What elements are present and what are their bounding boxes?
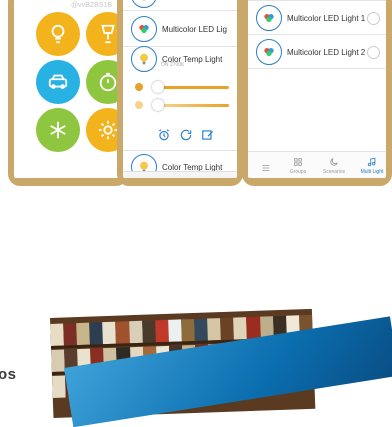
divider bbox=[123, 10, 237, 11]
multicolor-bulb-icon bbox=[131, 16, 157, 42]
divider bbox=[248, 34, 386, 35]
multicolor-bulb-icon bbox=[256, 5, 282, 31]
tab-label: Scenarios bbox=[323, 169, 345, 175]
moon-icon bbox=[329, 157, 339, 167]
snowflake-tile-icon[interactable] bbox=[36, 108, 80, 152]
phone-frame-middle: Multicolor LED Lig Color Temp Light ON 2… bbox=[117, 0, 243, 186]
temperature-icon bbox=[135, 101, 143, 109]
alarm-icon[interactable] bbox=[157, 128, 171, 142]
color-temp-bulb-icon bbox=[131, 46, 157, 72]
edit-icon[interactable] bbox=[201, 128, 215, 142]
refresh-icon[interactable] bbox=[179, 128, 193, 142]
brightness-icon bbox=[135, 83, 143, 91]
tab-scenarios[interactable]: Scenarios bbox=[316, 157, 352, 175]
phones-screenshot: @vvBZBS1B bbox=[0, 0, 392, 192]
brightness-slider[interactable] bbox=[159, 86, 229, 89]
menu-icon bbox=[261, 163, 271, 173]
phone-screen-left: @vvBZBS1B bbox=[14, 0, 122, 178]
bulb-tile-icon[interactable] bbox=[36, 12, 80, 56]
list-item[interactable]: Multicolor LED Light 2 bbox=[248, 36, 386, 68]
device-status: ON 2700K bbox=[161, 62, 184, 68]
device-name: Multicolor LED Light 2 bbox=[287, 48, 365, 57]
tab-devices[interactable] bbox=[248, 163, 284, 175]
multicolor-bulb-icon bbox=[256, 39, 282, 65]
tab-multi-light[interactable]: Multi Light bbox=[354, 157, 386, 175]
select-radio[interactable] bbox=[367, 12, 380, 25]
phone-frame-left: @vvBZBS1B bbox=[8, 0, 128, 186]
car-tile-icon[interactable] bbox=[36, 60, 80, 104]
list-item[interactable]: Multicolor LED Light 1 bbox=[248, 2, 386, 34]
tab-bar: Groups Scenarios Multi Light bbox=[248, 151, 386, 178]
list-item[interactable]: Color Temp Light ON 2700K bbox=[123, 40, 237, 78]
device-name: Multicolor LED Light 1 bbox=[287, 14, 365, 23]
phone-frame-right: Multicolor LED Light 1 Multicolor LED Li… bbox=[242, 0, 392, 186]
slider-knob[interactable] bbox=[152, 99, 164, 111]
divider bbox=[248, 0, 386, 1]
grid-icon bbox=[293, 157, 303, 167]
music-light-icon bbox=[367, 157, 377, 167]
device-name: Multicolor LED Lig bbox=[162, 25, 227, 34]
temperature-slider[interactable] bbox=[159, 104, 229, 107]
divider bbox=[248, 68, 386, 69]
tab-bar bbox=[123, 171, 237, 178]
select-radio[interactable] bbox=[367, 46, 380, 59]
tab-label: Multi Light bbox=[361, 169, 384, 175]
multicolor-bulb-icon bbox=[131, 0, 157, 8]
section-heading-fragment: os bbox=[0, 366, 17, 383]
account-label: @vvBZBS1B bbox=[71, 2, 112, 9]
tab-groups[interactable]: Groups bbox=[280, 157, 316, 175]
phone-screen-right: Multicolor LED Light 1 Multicolor LED Li… bbox=[248, 0, 386, 178]
tab-label: Groups bbox=[290, 169, 306, 175]
phone-screen-middle: Multicolor LED Lig Color Temp Light ON 2… bbox=[123, 0, 237, 178]
slider-knob[interactable] bbox=[152, 81, 164, 93]
